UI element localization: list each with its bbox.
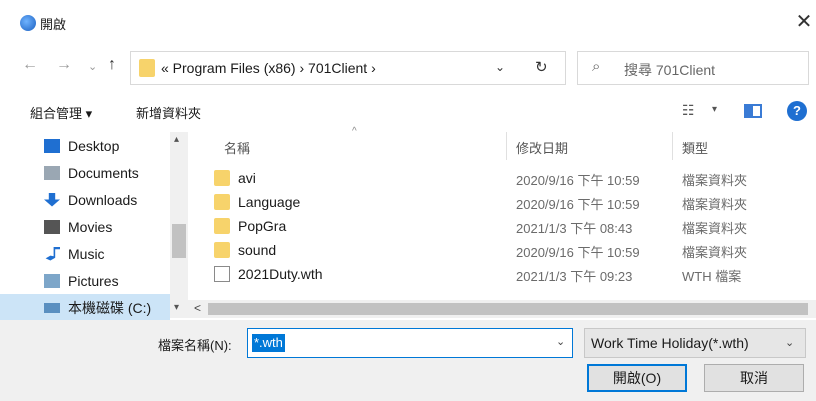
folder-icon <box>214 194 230 210</box>
table-row[interactable]: 2021Duty.wth 2021/1/3 下午 09:23 WTH 檔案 <box>200 262 816 286</box>
folder-icon <box>139 59 155 77</box>
sort-ascending-icon: ^ <box>352 126 357 137</box>
help-icon[interactable]: ? <box>787 101 807 121</box>
file-name: 2021Duty.wth <box>238 266 323 282</box>
drive-icon <box>44 302 60 313</box>
filetype-select[interactable]: Work Time Holiday(*.wth) ⌄ <box>584 328 806 358</box>
title-bar: 開啟 ✕ <box>0 0 816 44</box>
close-button[interactable]: ✕ <box>793 11 815 33</box>
scroll-left-icon[interactable]: < <box>194 301 201 315</box>
sidebar-item-label: Downloads <box>68 191 138 208</box>
sidebar-item-label: Desktop <box>68 137 120 154</box>
file-type: 檔案資料夾 <box>682 221 748 236</box>
view-options-icon[interactable]: ☷ <box>682 102 695 119</box>
folder-icon <box>214 242 230 258</box>
downloads-icon <box>44 192 60 207</box>
desktop-icon <box>44 138 60 153</box>
address-dropdown-icon[interactable]: ⌄ <box>495 60 505 74</box>
filename-dropdown-icon[interactable]: ⌄ <box>556 335 565 348</box>
command-toolbar: 組合管理 ▾ 新增資料夾 ☷ ▾ ? <box>0 92 816 128</box>
sidebar-item-local-disk[interactable]: 本機磁碟 (C:) <box>0 294 170 321</box>
scroll-down-icon[interactable]: ▾ <box>174 302 179 313</box>
app-icon <box>20 15 36 31</box>
file-date: 2020/9/16 下午 10:59 <box>516 173 640 188</box>
sidebar-item-movies[interactable]: Movies <box>44 213 184 240</box>
column-header-name[interactable]: 名稱 <box>224 138 250 157</box>
file-icon <box>214 266 230 282</box>
breadcrumb[interactable]: « Program Files (x86) › 701Client › <box>161 60 376 76</box>
filetype-dropdown-icon[interactable]: ⌄ <box>785 336 794 349</box>
file-date: 2021/1/3 下午 08:43 <box>516 221 633 236</box>
search-input[interactable]: 搜尋 701Client <box>624 60 715 80</box>
file-date: 2021/1/3 下午 09:23 <box>516 269 633 284</box>
file-list: ^ 名稱 修改日期 類型 avi 2020/9/16 下午 10:59 檔案資料… <box>200 126 816 300</box>
file-name: PopGra <box>238 218 287 234</box>
sidebar-item-label: Pictures <box>68 272 119 289</box>
sidebar-item-pictures[interactable]: Pictures <box>44 267 184 294</box>
filetype-value: Work Time Holiday(*.wth) <box>591 335 749 351</box>
pictures-icon <box>44 273 60 288</box>
search-box[interactable]: ⌕ 搜尋 701Client <box>577 51 809 85</box>
table-row[interactable]: avi 2020/9/16 下午 10:59 檔案資料夾 <box>200 166 816 190</box>
sidebar-scrollbar[interactable]: ▴ ▾ <box>170 132 188 318</box>
file-dialog-footer: 檔案名稱(N): *.wth ⌄ Work Time Holiday(*.wth… <box>0 320 816 401</box>
file-date: 2020/9/16 下午 10:59 <box>516 197 640 212</box>
scroll-thumb[interactable] <box>208 303 808 315</box>
recent-locations-icon[interactable]: ⌄ <box>88 60 97 73</box>
address-bar[interactable]: « Program Files (x86) › 701Client › ⌄ ↻ <box>130 51 566 85</box>
new-folder-button[interactable]: 新增資料夾 <box>136 103 201 122</box>
navigation-pane: Desktop Documents Downloads Movies Music… <box>0 132 188 321</box>
view-dropdown-icon[interactable]: ▾ <box>712 104 717 115</box>
file-type: 檔案資料夾 <box>682 173 748 188</box>
file-name: sound <box>238 242 277 258</box>
sidebar-item-label: 本機磁碟 (C:) <box>68 299 152 316</box>
file-name: avi <box>238 170 256 186</box>
filename-label: 檔案名稱(N): <box>158 338 232 353</box>
up-icon[interactable]: ↑ <box>108 56 116 74</box>
file-type: 檔案資料夾 <box>682 245 748 260</box>
open-button[interactable]: 開啟(O) <box>587 364 687 392</box>
preview-pane-icon[interactable] <box>744 104 762 118</box>
filename-field[interactable]: *.wth ⌄ <box>247 328 573 358</box>
navigation-bar: ← → ⌄ ↑ « Program Files (x86) › 701Clien… <box>0 48 816 88</box>
horizontal-scrollbar[interactable]: < <box>188 300 816 318</box>
column-header-type[interactable]: 類型 <box>682 138 708 157</box>
folder-icon <box>214 218 230 234</box>
table-row[interactable]: sound 2020/9/16 下午 10:59 檔案資料夾 <box>200 238 816 262</box>
file-name: Language <box>238 194 301 210</box>
forward-icon[interactable]: → <box>56 56 72 74</box>
window-title: 開啟 <box>40 17 67 32</box>
file-type: 檔案資料夾 <box>682 197 748 212</box>
column-divider[interactable] <box>506 132 507 160</box>
scroll-up-icon[interactable]: ▴ <box>174 134 179 145</box>
sidebar-item-label: Movies <box>68 218 113 235</box>
table-row[interactable]: PopGra 2021/1/3 下午 08:43 檔案資料夾 <box>200 214 816 238</box>
sidebar-item-label: Documents <box>68 164 139 181</box>
movies-icon <box>44 219 60 234</box>
organize-button[interactable]: 組合管理 ▾ <box>30 103 92 122</box>
music-icon <box>45 246 60 261</box>
scroll-thumb[interactable] <box>172 224 186 258</box>
table-row[interactable]: Language 2020/9/16 下午 10:59 檔案資料夾 <box>200 190 816 214</box>
filename-value[interactable]: *.wth <box>252 334 285 352</box>
sidebar-item-documents[interactable]: Documents <box>44 159 184 186</box>
folder-icon <box>214 170 230 186</box>
file-type: WTH 檔案 <box>682 269 742 284</box>
sidebar-item-desktop[interactable]: Desktop <box>44 132 184 159</box>
cancel-button[interactable]: 取消 <box>704 364 804 392</box>
column-divider[interactable] <box>672 132 673 160</box>
documents-icon <box>44 165 60 180</box>
file-date: 2020/9/16 下午 10:59 <box>516 245 640 260</box>
back-icon[interactable]: ← <box>22 56 38 74</box>
sidebar-item-downloads[interactable]: Downloads <box>44 186 184 213</box>
sidebar-item-music[interactable]: Music <box>44 240 184 267</box>
search-icon: ⌕ <box>592 58 601 75</box>
column-header-date[interactable]: 修改日期 <box>516 138 568 157</box>
refresh-icon[interactable]: ↻ <box>535 58 548 76</box>
sidebar-item-label: Music <box>68 245 105 262</box>
